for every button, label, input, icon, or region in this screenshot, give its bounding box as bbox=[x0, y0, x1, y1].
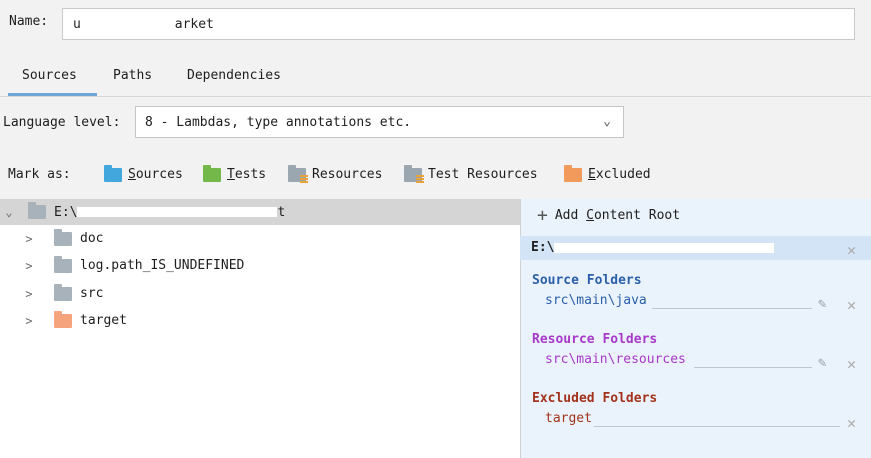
source-folders-title: Source Folders bbox=[532, 273, 642, 288]
excluded-folder-path: target bbox=[545, 411, 592, 426]
tree-root-label: E:\ t bbox=[54, 204, 286, 220]
mark-tests-label: Tests bbox=[227, 167, 267, 182]
mark-excluded-label: Excluded bbox=[588, 167, 651, 182]
excluded-folder-icon bbox=[54, 310, 72, 328]
excluded-folders-title: Excluded Folders bbox=[532, 391, 658, 406]
mark-excluded-button[interactable]: Excluded bbox=[564, 164, 651, 182]
mark-resources-button[interactable]: Resources bbox=[288, 164, 383, 183]
test-resources-folder-icon bbox=[404, 164, 424, 183]
tab-paths[interactable]: Paths bbox=[113, 68, 152, 96]
resources-folder-icon bbox=[288, 164, 308, 183]
module-name-input[interactable] bbox=[62, 8, 855, 40]
mark-test-resources-button[interactable]: Test Resources bbox=[404, 164, 538, 183]
close-icon[interactable]: ✕ bbox=[847, 414, 856, 432]
tree-item-log[interactable]: > log.path_IS_UNDEFINED bbox=[0, 255, 245, 273]
chevron-right-icon[interactable]: > bbox=[22, 287, 36, 301]
pencil-icon[interactable]: ✎ bbox=[818, 296, 826, 312]
add-content-root-label: Add Content Root bbox=[554, 208, 681, 223]
language-level-value: 8 - Lambdas, type annotations etc. bbox=[145, 114, 412, 130]
folder-icon bbox=[54, 283, 72, 301]
tab-sources[interactable]: Sources bbox=[22, 68, 77, 96]
name-label: Name: bbox=[9, 14, 49, 29]
add-content-root-button[interactable]: + Add Content Root bbox=[537, 204, 681, 226]
mark-sources-label: Sources bbox=[128, 167, 183, 182]
plus-icon: + bbox=[537, 204, 548, 226]
source-folder-path: src\main\java bbox=[545, 293, 647, 308]
excluded-folder-icon bbox=[564, 164, 582, 182]
mark-as-label: Mark as: bbox=[8, 167, 71, 182]
mark-resources-label: Resources bbox=[312, 167, 383, 182]
tree-item-label: src bbox=[80, 286, 104, 301]
chevron-right-icon[interactable]: > bbox=[22, 259, 36, 273]
close-icon[interactable]: ✕ bbox=[847, 296, 856, 314]
tree-item-doc[interactable]: > doc bbox=[0, 228, 104, 246]
resource-folders-title: Resource Folders bbox=[532, 332, 658, 347]
path-underline bbox=[594, 426, 840, 427]
content-root-path: E:\ bbox=[531, 240, 775, 255]
folder-icon bbox=[54, 228, 72, 246]
close-icon[interactable]: ✕ bbox=[847, 355, 856, 373]
language-level-label: Language level: bbox=[3, 115, 121, 130]
tree-item-label: doc bbox=[80, 231, 104, 246]
tree-item-label: log.path_IS_UNDEFINED bbox=[80, 258, 245, 273]
tests-folder-icon bbox=[203, 164, 221, 182]
tree-root-row[interactable]: ⌄ E:\ t bbox=[0, 199, 520, 225]
folder-icon bbox=[54, 255, 72, 273]
language-level-select[interactable]: 8 - Lambdas, type annotations etc. ⌄ bbox=[135, 106, 624, 138]
path-underline bbox=[694, 367, 812, 368]
tree-item-target[interactable]: > target bbox=[0, 310, 127, 328]
chevron-right-icon[interactable]: > bbox=[22, 232, 36, 246]
chevron-right-icon[interactable]: > bbox=[22, 314, 36, 328]
chevron-down-icon: ⌄ bbox=[603, 114, 611, 129]
path-underline bbox=[652, 308, 812, 309]
tab-divider bbox=[0, 96, 871, 97]
mark-test-resources-label: Test Resources bbox=[428, 167, 538, 182]
folder-icon bbox=[28, 202, 46, 219]
pencil-icon[interactable]: ✎ bbox=[818, 355, 826, 371]
tab-dependencies[interactable]: Dependencies bbox=[187, 68, 281, 96]
remove-content-root-icon[interactable]: ✕ bbox=[847, 241, 856, 259]
mark-sources-button[interactable]: Sources bbox=[104, 164, 183, 182]
resource-folder-path: src\main\resources bbox=[545, 352, 686, 367]
tree-item-src[interactable]: > src bbox=[0, 283, 104, 301]
mark-tests-button[interactable]: Tests bbox=[203, 164, 267, 182]
sources-folder-icon bbox=[104, 164, 122, 182]
chevron-down-icon[interactable]: ⌄ bbox=[2, 205, 16, 219]
tree-item-label: target bbox=[80, 313, 127, 328]
